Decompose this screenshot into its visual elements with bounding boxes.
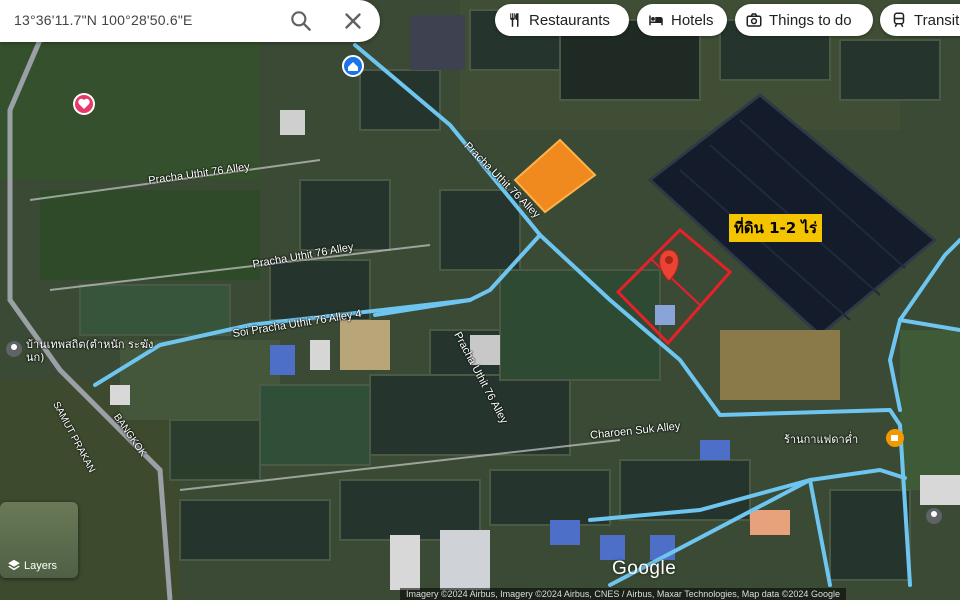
search-icon[interactable] bbox=[288, 8, 314, 34]
heart-icon[interactable] bbox=[73, 93, 95, 115]
chip-transit[interactable]: Transit bbox=[880, 4, 960, 36]
chip-label: Hotels bbox=[671, 11, 714, 29]
chip-label: Restaurants bbox=[529, 11, 610, 29]
map-attribution[interactable]: Imagery ©2024 Airbus, Imagery ©2024 Airb… bbox=[400, 588, 846, 600]
home-icon[interactable] bbox=[342, 55, 364, 77]
chip-hotels[interactable]: Hotels bbox=[637, 4, 727, 36]
place-icon[interactable] bbox=[6, 341, 22, 357]
layers-label: Layers bbox=[24, 560, 58, 572]
satellite-map[interactable] bbox=[0, 0, 960, 600]
chip-things-to-do[interactable]: Things to do bbox=[735, 4, 873, 36]
chip-restaurants[interactable]: Restaurants bbox=[495, 4, 629, 36]
fork-knife-icon bbox=[510, 13, 519, 27]
google-logo: Google bbox=[612, 558, 677, 579]
coordinates-text[interactable]: 13°36'11.7"N 100°28'50.6"E bbox=[14, 12, 193, 28]
train-icon bbox=[893, 12, 905, 28]
layers-icon bbox=[8, 559, 20, 571]
place-icon[interactable] bbox=[926, 508, 942, 524]
land-size-label: ที่ดิน 1-2 ไร่ bbox=[729, 214, 823, 242]
bed-icon bbox=[649, 15, 663, 26]
camera-icon bbox=[746, 13, 762, 27]
field bbox=[340, 320, 390, 370]
field bbox=[720, 330, 840, 400]
coffee-icon[interactable] bbox=[886, 429, 904, 447]
layers-button[interactable]: Layers bbox=[0, 502, 78, 578]
close-icon[interactable] bbox=[340, 8, 366, 34]
chip-label: Transit bbox=[914, 11, 960, 29]
poi-label[interactable]: ร้านกาแฟดาค่ำ bbox=[784, 430, 858, 448]
poi-label[interactable]: บ้านเทพสถิต(ตำหนัก ระฆังนก) bbox=[26, 338, 158, 364]
search-box[interactable]: 13°36'11.7"N 100°28'50.6"E bbox=[0, 0, 380, 42]
chip-label: Things to do bbox=[769, 11, 852, 29]
